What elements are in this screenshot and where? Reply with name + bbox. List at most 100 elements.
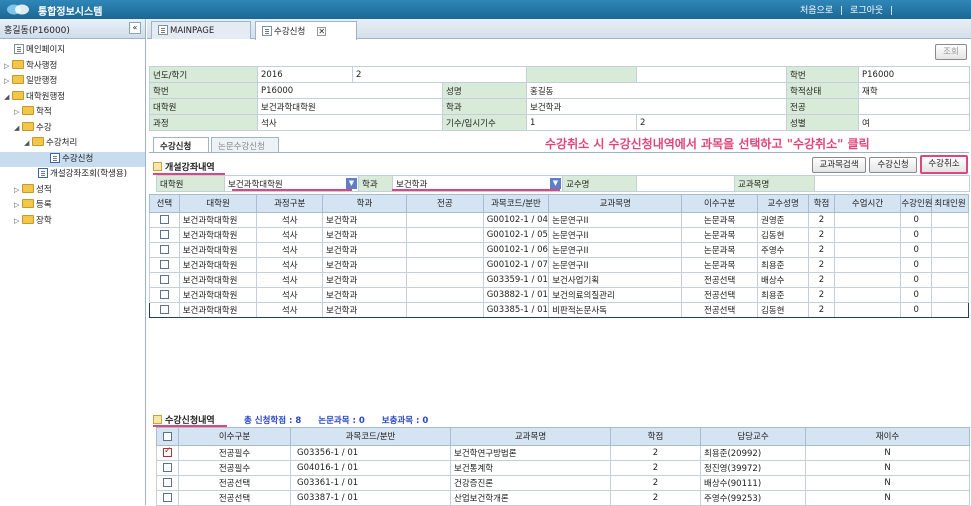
cell-credit: 2: [808, 227, 835, 243]
cancel-enrollment-button[interactable]: 수강취소: [920, 155, 968, 174]
column-header: 이수구분: [681, 194, 759, 213]
menu-item-course-lookup[interactable]: 개설강좌조회(학생용): [0, 167, 145, 183]
checkbox[interactable]: [159, 289, 169, 299]
checkbox[interactable]: [159, 229, 169, 239]
home-link[interactable]: 처음으로: [800, 6, 833, 16]
chevron-down-icon[interactable]: ▼: [346, 178, 357, 189]
cell-grad: 보건과학대학원: [178, 227, 258, 243]
checkbox[interactable]: [159, 304, 169, 314]
row-select[interactable]: [156, 445, 179, 461]
logout-link[interactable]: 로그아웃: [850, 6, 883, 16]
table-row[interactable]: 전공필수 G04016-1 / 01 보건통계학 2 정진영(39972) N: [156, 460, 970, 476]
cell-enrolled: 0: [900, 302, 933, 318]
menu-tree: 메인페이지 ▷ 학사행정 ▷ 일반행정 ◢ 대학원행정 ▷ 학적 ◢ 수강 ◢ 수강처리 수…: [0, 39, 145, 229]
tab-thesis-registration[interactable]: 논문수강신청: [211, 137, 279, 152]
select-all-checkbox[interactable]: [163, 431, 172, 441]
checkbox[interactable]: [163, 477, 172, 487]
checkbox[interactable]: [163, 462, 172, 472]
menu-item-academic[interactable]: ▷ 학사행정: [0, 59, 145, 75]
checkbox[interactable]: [159, 274, 169, 284]
expand-icon[interactable]: ▷: [4, 59, 12, 75]
table-row[interactable]: 보건과학대학원 석사 보건학과 G03882-1 / 01 보건의료의질관리 전공선택 최용…: [149, 287, 969, 303]
course-input[interactable]: [814, 175, 970, 192]
menu-item-courses[interactable]: ◢ 수강: [0, 121, 145, 137]
table-row[interactable]: 보건과학대학원 석사 보건학과 G03359-1 / 01 보건사업기획 전공선택 배상수 2…: [149, 272, 969, 288]
row-select[interactable]: [149, 242, 180, 258]
row-select[interactable]: [156, 490, 179, 506]
open-courses-title: 개설강좌내역: [153, 160, 215, 173]
column-header: 전공: [405, 194, 484, 213]
menu-item-course-registration[interactable]: 수강신청: [0, 151, 145, 167]
table-row[interactable]: 전공선택 G03387-1 / 01 산업보건학개론 2 주영수(99253) N: [156, 490, 970, 506]
expand-icon[interactable]: ▷: [14, 214, 22, 230]
cell-code: G00102-1 / 04: [482, 212, 550, 228]
label: 성명: [441, 82, 528, 99]
table-row[interactable]: 보건과학대학원 석사 보건학과 G00102-1 / 04 논문연구II 논문과목 권영준 2…: [149, 212, 969, 228]
cell-code: G03361-1 / 01: [290, 475, 451, 491]
tab-mainpage[interactable]: MAINPAGE: [151, 21, 251, 39]
menu-item-records[interactable]: ▷ 학적: [0, 105, 145, 121]
cell-prof: 주영수(99253): [700, 490, 806, 506]
cell-time: [833, 302, 902, 318]
checkbox[interactable]: [163, 447, 172, 457]
collapse-tree-icon[interactable]: ◢: [4, 90, 12, 106]
menu-item-graduate[interactable]: ◢ 대학원행정: [0, 90, 145, 106]
collapse-tree-icon[interactable]: ◢: [14, 121, 22, 137]
table-row[interactable]: 보건과학대학원 석사 보건학과 G00102-1 / 07 논문연구II 논문과목 최용준 2…: [149, 257, 969, 273]
row-select[interactable]: [156, 460, 179, 476]
cell-max: [931, 287, 969, 303]
checkbox[interactable]: [159, 214, 169, 224]
table-row[interactable]: 전공선택 G03361-1 / 01 건강증진론 2 배상수(90111) N: [156, 475, 970, 491]
column-header[interactable]: [156, 427, 179, 446]
cell-credit: 2: [610, 445, 701, 461]
menu-item-general[interactable]: ▷ 일반행정: [0, 74, 145, 90]
expand-icon[interactable]: ▷: [14, 198, 22, 214]
cell-credit: 2: [610, 490, 701, 506]
checkbox[interactable]: [163, 492, 172, 502]
cell-proc: 석사: [256, 257, 323, 273]
menu-item-course-processing[interactable]: ◢ 수강처리: [0, 136, 145, 152]
menu-item-main[interactable]: 메인페이지: [0, 43, 145, 59]
expand-icon[interactable]: ▷: [14, 183, 22, 199]
collapse-button[interactable]: «: [129, 22, 141, 34]
table-row[interactable]: 보건과학대학원 석사 보건학과 G00102-1 / 05 논문연구II 논문과목 김동현 2…: [149, 227, 969, 243]
row-select[interactable]: [149, 227, 180, 243]
tab-bar: MAINPAGE 수강신청 ✕: [147, 19, 971, 40]
menu-item-scholarship[interactable]: ▷ 장학: [0, 214, 145, 230]
collapse-tree-icon[interactable]: ◢: [24, 136, 32, 152]
tab-course-registration[interactable]: 수강신청 ✕: [255, 21, 357, 40]
close-tab-icon[interactable]: ✕: [317, 27, 327, 36]
row-select[interactable]: [149, 212, 180, 228]
table-row[interactable]: 보건과학대학원 석사 보건학과 G03385-1 / 01 비판적논문사독 전공선택 김동현…: [149, 302, 969, 318]
label: 기수/입시기수: [441, 114, 528, 131]
chevron-down-icon[interactable]: ▼: [550, 178, 561, 189]
cell-enrolled: 0: [900, 227, 933, 243]
row-select[interactable]: [149, 302, 180, 318]
course-search-button[interactable]: 교과목검색: [812, 157, 866, 173]
expand-icon[interactable]: ▷: [4, 74, 12, 90]
cell-major: [405, 257, 484, 273]
row-select[interactable]: [156, 475, 179, 491]
cell-proc: 석사: [256, 242, 323, 258]
cell-name: 논문연구II: [548, 242, 683, 258]
label: 대학원: [149, 98, 258, 115]
table-row[interactable]: 보건과학대학원 석사 보건학과 G00102-1 / 06 논문연구II 논문과목 주영수 2…: [149, 242, 969, 258]
folder-icon: [12, 75, 24, 84]
cell-max: [931, 272, 969, 288]
row-select[interactable]: [149, 287, 180, 303]
expand-icon[interactable]: ▷: [14, 105, 22, 121]
row-select[interactable]: [149, 272, 180, 288]
menu-item-tuition[interactable]: ▷ 등록: [0, 198, 145, 214]
apply-button[interactable]: 수강신청: [869, 157, 917, 173]
column-header: 담당교수: [700, 427, 806, 446]
checkbox[interactable]: [159, 244, 169, 254]
column-header: 재이수: [805, 427, 970, 446]
table-row[interactable]: 전공필수G03356-1 / 01보건학연구방법론2최용준(20992)N: [156, 445, 970, 461]
tab-registration[interactable]: 수강신청: [153, 137, 209, 152]
menu-item-grades[interactable]: ▷ 성적: [0, 183, 145, 199]
checkbox[interactable]: [159, 259, 169, 269]
search-button[interactable]: 조회: [935, 44, 967, 60]
column-header: 과정구분: [256, 194, 323, 213]
prof-input[interactable]: [636, 175, 735, 192]
row-select[interactable]: [149, 257, 180, 273]
